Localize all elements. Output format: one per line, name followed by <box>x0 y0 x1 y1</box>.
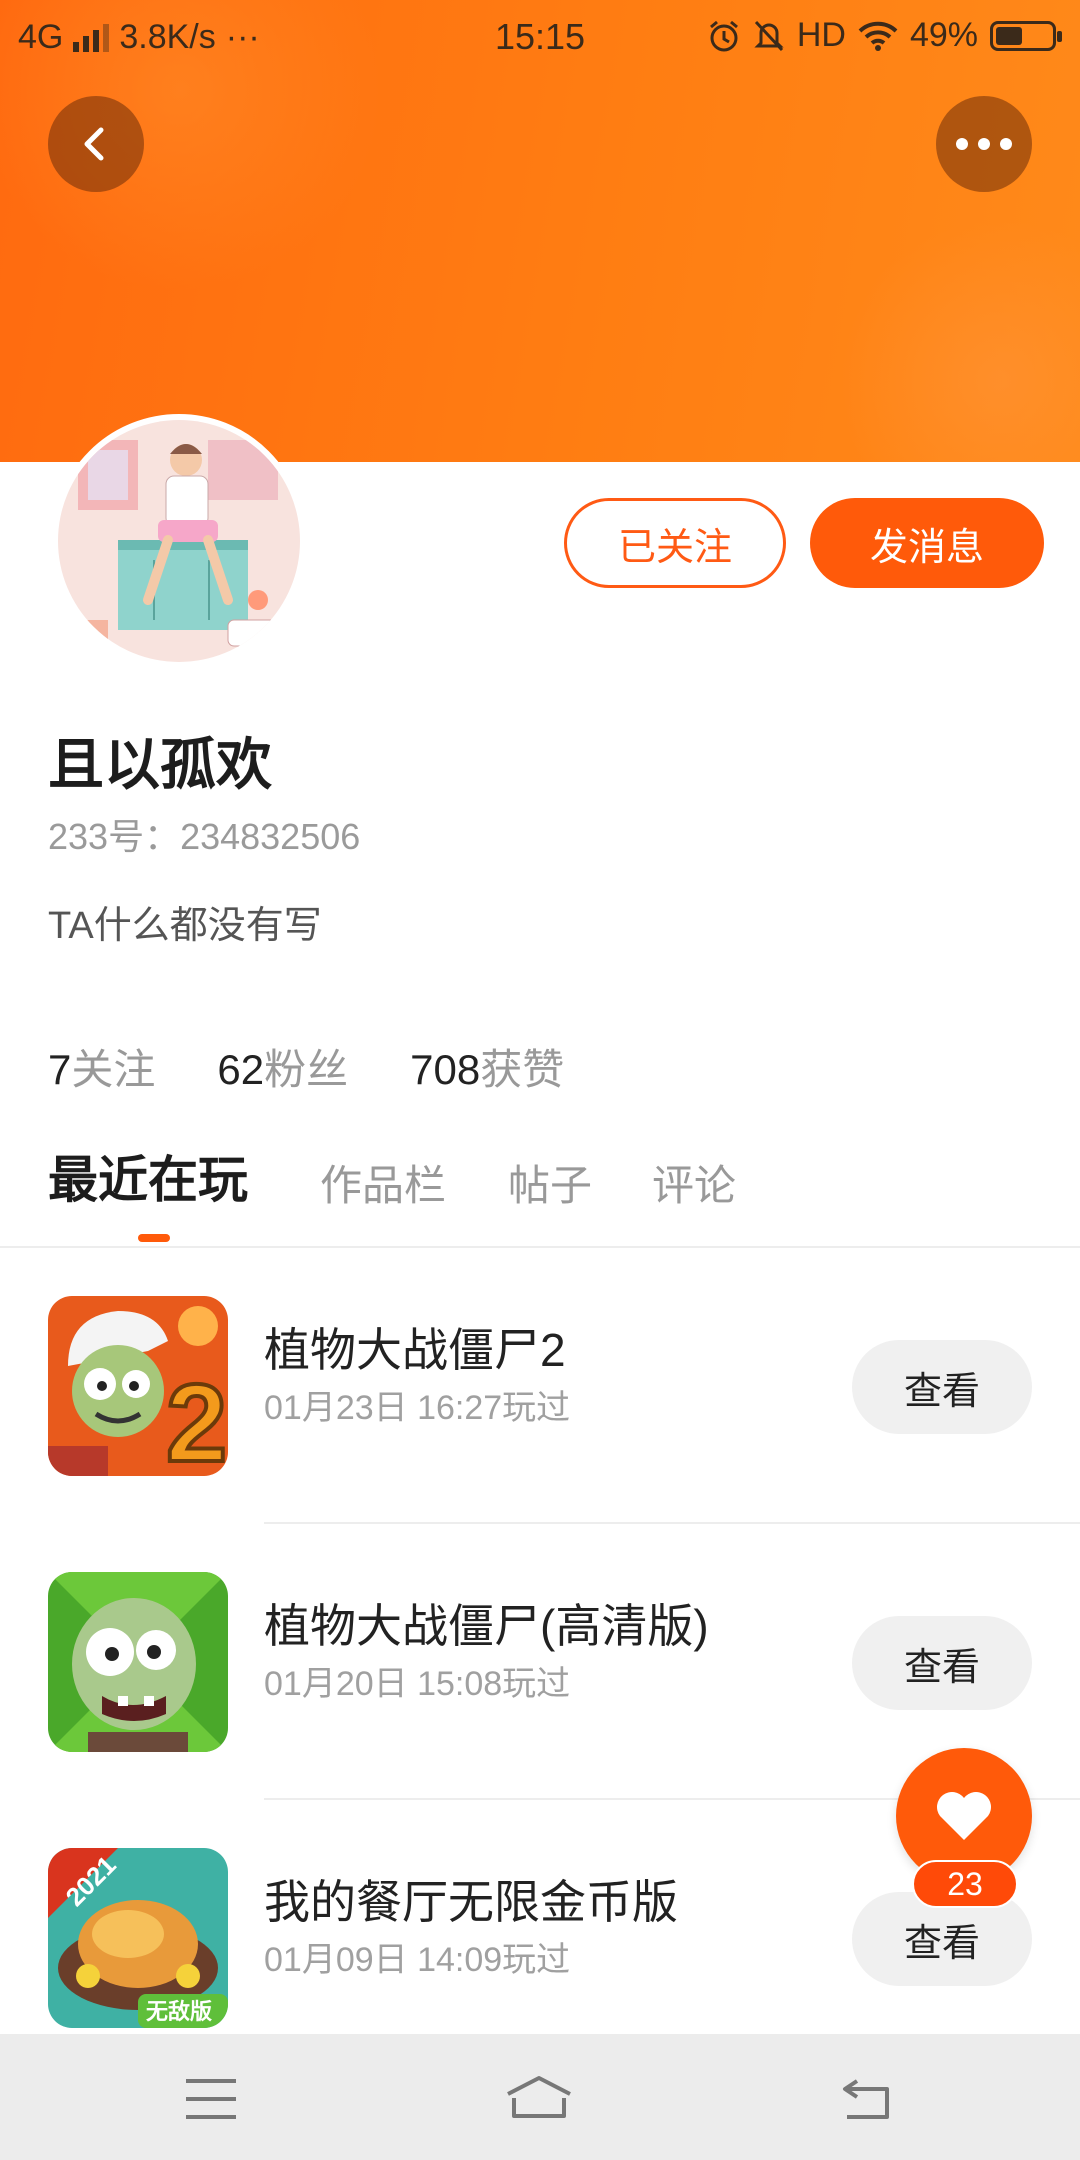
home-icon <box>507 2076 571 2118</box>
game-title: 我的餐厅无限金币版 <box>264 1876 678 1928</box>
zombie-game-icon: 2 <box>48 1296 228 1476</box>
list-item[interactable]: 植物大战僵尸(高清版) 01月20日 15:08玩过 查看 <box>0 1524 1080 1800</box>
game-played-time: 01月23日 16:27玩过 <box>264 1389 571 1427</box>
game-title: 植物大战僵尸2 <box>264 1324 566 1376</box>
list-item[interactable]: 2 植物大战僵尸2 01月23日 16:27玩过 查看 <box>0 1248 1080 1524</box>
tab-posts[interactable]: 帖子 <box>508 1156 592 1216</box>
status-bar: 4G 3.8K/s ··· 15:15 HD 49% <box>0 0 1080 74</box>
game-played-time: 01月09日 14:09玩过 <box>264 1941 571 1979</box>
tab-comments[interactable]: 评论 <box>652 1156 736 1216</box>
svg-text:2: 2 <box>166 1362 227 1476</box>
back-icon <box>843 2079 889 2119</box>
avatar-illustration <box>58 420 300 662</box>
profile-stats: 7关注 62粉丝 708获赞 <box>48 1036 564 1097</box>
tab-indicator <box>138 1234 170 1242</box>
nav-home-button[interactable] <box>504 2064 574 2134</box>
roast-chicken-game-icon: 2021 无敌版 <box>48 1848 228 2028</box>
fans-count: 62 <box>217 1046 265 1093</box>
system-navigation-bar <box>0 2034 1080 2160</box>
following-label: 关注 <box>71 1046 156 1093</box>
username: 且以孤欢 <box>48 733 272 796</box>
likes-count: 708 <box>410 1046 481 1093</box>
send-message-button[interactable]: 发消息 <box>810 498 1044 588</box>
likes-label: 获赞 <box>480 1046 565 1093</box>
battery-icon <box>990 20 1062 51</box>
fans-stat[interactable]: 62粉丝 <box>217 1036 348 1097</box>
more-dots-icon <box>956 138 1012 150</box>
view-game-button[interactable]: 查看 <box>852 1616 1032 1710</box>
alarm-icon <box>709 20 738 51</box>
profile-header-banner: 4G 3.8K/s ··· 15:15 HD 49% <box>0 0 1080 462</box>
battery-percent: 49% <box>909 16 978 54</box>
user-bio: TA什么都没有写 <box>48 905 322 947</box>
fans-label: 粉丝 <box>264 1046 349 1093</box>
user-id: 233号：234832506 <box>48 816 361 857</box>
likes-stat: 708获赞 <box>410 1036 564 1097</box>
avatar[interactable] <box>52 414 306 668</box>
following-count: 7 <box>48 1046 72 1093</box>
heart-icon <box>937 1792 991 1840</box>
status-right: HD 49% <box>707 16 1062 55</box>
icon-tag: 无敌版 <box>146 1999 212 2025</box>
game-played-time: 01月20日 15:08玩过 <box>264 1665 571 1703</box>
game-icon: 2021 无敌版 <box>48 1848 228 2028</box>
back-button[interactable] <box>48 96 144 192</box>
menu-icon <box>186 2079 236 2119</box>
tab-recently-played[interactable]: 最近在玩 <box>48 1150 248 1210</box>
view-game-button[interactable]: 查看 <box>852 1340 1032 1434</box>
zombie-game-icon <box>48 1572 228 1752</box>
game-icon: 2 <box>48 1296 228 1476</box>
like-count-badge: 23 <box>912 1860 1018 1908</box>
chevron-left-icon <box>84 127 104 161</box>
tab-works[interactable]: 作品栏 <box>320 1156 446 1216</box>
nav-menu-button[interactable] <box>176 2064 246 2134</box>
follow-button[interactable]: 已关注 <box>564 498 786 588</box>
mute-bell-icon <box>754 20 784 51</box>
game-title: 植物大战僵尸(高清版) <box>264 1600 709 1652</box>
wifi-icon <box>858 21 898 51</box>
nav-back-button[interactable] <box>832 2064 902 2134</box>
hd-indicator: HD <box>796 16 846 54</box>
game-icon <box>48 1572 228 1752</box>
more-options-button[interactable] <box>936 96 1032 192</box>
following-stat[interactable]: 7关注 <box>48 1036 155 1097</box>
